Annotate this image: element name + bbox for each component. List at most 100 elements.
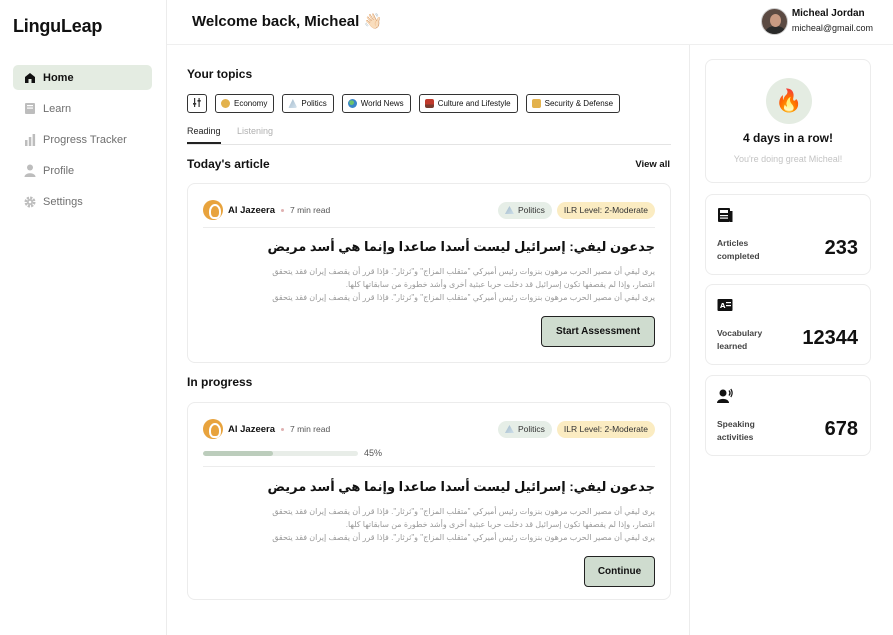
article-excerpt: يرى ليفي أن مصير الحرب مرهون بنزوات رئيس… bbox=[215, 505, 655, 544]
stat-card-articles: Articles completed 233 bbox=[705, 194, 871, 275]
article-excerpt: يرى ليفي أن مصير الحرب مرهون بنزوات رئيس… bbox=[215, 265, 655, 304]
topic-chip-security-defense[interactable]: Security & Defense bbox=[525, 94, 621, 113]
streak-title: 4 days in a row! bbox=[742, 131, 834, 145]
main-content: Your topics Economy Politics World News … bbox=[167, 45, 690, 635]
sidebar-item-label: Learn bbox=[43, 102, 72, 115]
al-jazeera-logo-icon bbox=[203, 419, 223, 439]
user-email: micheal@gmail.com bbox=[791, 23, 873, 33]
excerpt-line: انتصار، وإذا لم يقصفها تكون إسرائيل قد د… bbox=[345, 280, 655, 289]
stat-value: 233 bbox=[824, 237, 858, 259]
avatar[interactable] bbox=[760, 7, 788, 35]
stat-card-speaking: Speaking activities 678 bbox=[705, 375, 871, 456]
stat-value: 12344 bbox=[802, 327, 858, 349]
excerpt-line: انتصار، وإذا لم يقصفها تكون إسرائيل قد د… bbox=[345, 520, 655, 529]
sidebar-item-label: Profile bbox=[43, 164, 75, 177]
topics-title: Your topics bbox=[187, 67, 253, 81]
bar-chart-icon bbox=[23, 133, 37, 147]
home-icon bbox=[23, 71, 37, 85]
topic-chip-politics[interactable]: Politics bbox=[282, 94, 334, 113]
view-all-link[interactable]: View all bbox=[635, 159, 670, 170]
user-icon bbox=[23, 164, 37, 178]
start-assessment-button[interactable]: Start Assessment bbox=[541, 316, 655, 347]
topic-chip-economy[interactable]: Economy bbox=[215, 94, 275, 113]
sidebar-item-home[interactable]: Home bbox=[13, 65, 152, 90]
book-icon bbox=[23, 102, 37, 116]
level-badge: ILR Level: 2-Moderate bbox=[556, 201, 655, 219]
in-progress-title: In progress bbox=[187, 375, 253, 389]
stat-value: 678 bbox=[824, 418, 858, 440]
in-progress-card[interactable]: Al Jazeera 7 min read Politics ILR Level… bbox=[187, 402, 671, 600]
gear-icon bbox=[23, 195, 37, 209]
user-name: Micheal Jordan bbox=[791, 8, 865, 19]
newspaper-icon bbox=[717, 207, 733, 223]
progress-bar bbox=[203, 450, 358, 456]
divider bbox=[203, 466, 655, 467]
progress-bar-fill bbox=[203, 450, 273, 456]
topic-badge-label: Politics bbox=[517, 424, 545, 434]
reading-progress: 45% bbox=[203, 448, 382, 458]
progress-percent: 45% bbox=[364, 448, 383, 458]
stat-label: Articles completed bbox=[717, 238, 760, 261]
welcome-heading: Welcome back, Micheal 👋🏻 bbox=[192, 13, 383, 30]
topic-chips: Economy Politics World News Culture and … bbox=[187, 94, 628, 113]
continue-button[interactable]: Continue bbox=[584, 556, 655, 587]
topic-chip-culture-lifestyle[interactable]: Culture and Lifestyle bbox=[418, 94, 518, 113]
today-article-card[interactable]: Al Jazeera 7 min read Politics ILR Level… bbox=[187, 183, 671, 363]
sidebar-item-progress-tracker[interactable]: Progress Tracker bbox=[13, 127, 152, 152]
landmark-icon bbox=[288, 99, 298, 108]
money-bag-icon bbox=[221, 99, 230, 108]
today-article-title: Today's article bbox=[187, 157, 270, 171]
lock-icon bbox=[531, 99, 541, 108]
read-time: 7 min read bbox=[290, 205, 331, 215]
fire-icon: 🔥 bbox=[766, 78, 812, 124]
excerpt-line: يرى ليفي أن مصير الحرب مرهون بنزوات رئيس… bbox=[272, 267, 655, 276]
article-meta: Al Jazeera 7 min read Politics ILR Level… bbox=[203, 418, 655, 440]
chip-label: Economy bbox=[234, 99, 268, 108]
sliders-icon bbox=[193, 98, 201, 109]
separator-dot bbox=[281, 208, 285, 212]
tab-listening[interactable]: Listening bbox=[237, 126, 273, 136]
app-logo[interactable]: LinguLeap bbox=[13, 16, 102, 37]
stat-label: Speaking activities bbox=[717, 419, 755, 442]
excerpt-line: يرى ليفي أن مصير الحرب مرهون بنزوات رئيس… bbox=[272, 533, 655, 542]
tab-reading[interactable]: Reading bbox=[187, 126, 221, 144]
streak-card: 🔥 4 days in a row! You're doing great Mi… bbox=[705, 59, 871, 183]
globe-icon bbox=[347, 99, 357, 108]
excerpt-line: يرى ليفي أن مصير الحرب مرهون بنزوات رئيس… bbox=[272, 507, 655, 516]
streak-subtitle: You're doing great Micheal! bbox=[733, 154, 843, 164]
landmark-icon bbox=[504, 425, 514, 433]
sidebar-item-label: Progress Tracker bbox=[43, 133, 127, 146]
level-badge: ILR Level: 2-Moderate bbox=[556, 420, 655, 438]
stat-card-vocabulary: A Vocabulary learned 12344 bbox=[705, 284, 871, 365]
divider bbox=[203, 227, 655, 228]
article-headline[interactable]: جدعون ليفي: إسرائيل ليست أسدا صاعدا وإنم… bbox=[268, 239, 655, 255]
stat-label: Vocabulary learned bbox=[717, 328, 763, 351]
source-name: Al Jazeera bbox=[228, 423, 276, 435]
chip-label: World News bbox=[360, 99, 404, 108]
excerpt-line: يرى ليفي أن مصير الحرب مرهون بنزوات رئيس… bbox=[272, 293, 655, 302]
sidebar-item-profile[interactable]: Profile bbox=[13, 158, 152, 183]
topic-chip-world-news[interactable]: World News bbox=[341, 94, 411, 113]
user-profile[interactable]: Micheal Jordan micheal@gmail.com bbox=[760, 7, 873, 35]
al-jazeera-logo-icon bbox=[203, 200, 223, 220]
top-header: Welcome back, Micheal 👋🏻 Micheal Jordan … bbox=[167, 0, 893, 45]
landmark-icon bbox=[504, 206, 514, 214]
chip-label: Culture and Lifestyle bbox=[437, 99, 511, 108]
sidebar-item-label: Settings bbox=[43, 195, 83, 208]
culture-icon bbox=[424, 99, 434, 108]
sidebar-nav: Home Learn Progress Tracker Profile Sett… bbox=[13, 65, 152, 220]
speaking-icon bbox=[717, 388, 733, 404]
sidebar-item-learn[interactable]: Learn bbox=[13, 96, 152, 121]
article-headline[interactable]: جدعون ليفي: إسرائيل ليست أسدا صاعدا وإنم… bbox=[268, 479, 655, 495]
sidebar-item-label: Home bbox=[43, 71, 74, 84]
chip-label: Security & Defense bbox=[544, 99, 614, 108]
topic-badge: Politics bbox=[497, 201, 552, 219]
article-meta: Al Jazeera 7 min read Politics ILR Level… bbox=[203, 199, 655, 221]
content-tabs: Reading Listening bbox=[187, 125, 671, 145]
topic-badge: Politics bbox=[497, 420, 552, 438]
filter-button[interactable] bbox=[187, 94, 207, 113]
sidebar: LinguLeap Home Learn Progress Tracker Pr… bbox=[0, 0, 167, 635]
svg-text:A: A bbox=[720, 302, 726, 310]
sidebar-item-settings[interactable]: Settings bbox=[13, 189, 152, 214]
chip-label: Politics bbox=[301, 99, 327, 108]
